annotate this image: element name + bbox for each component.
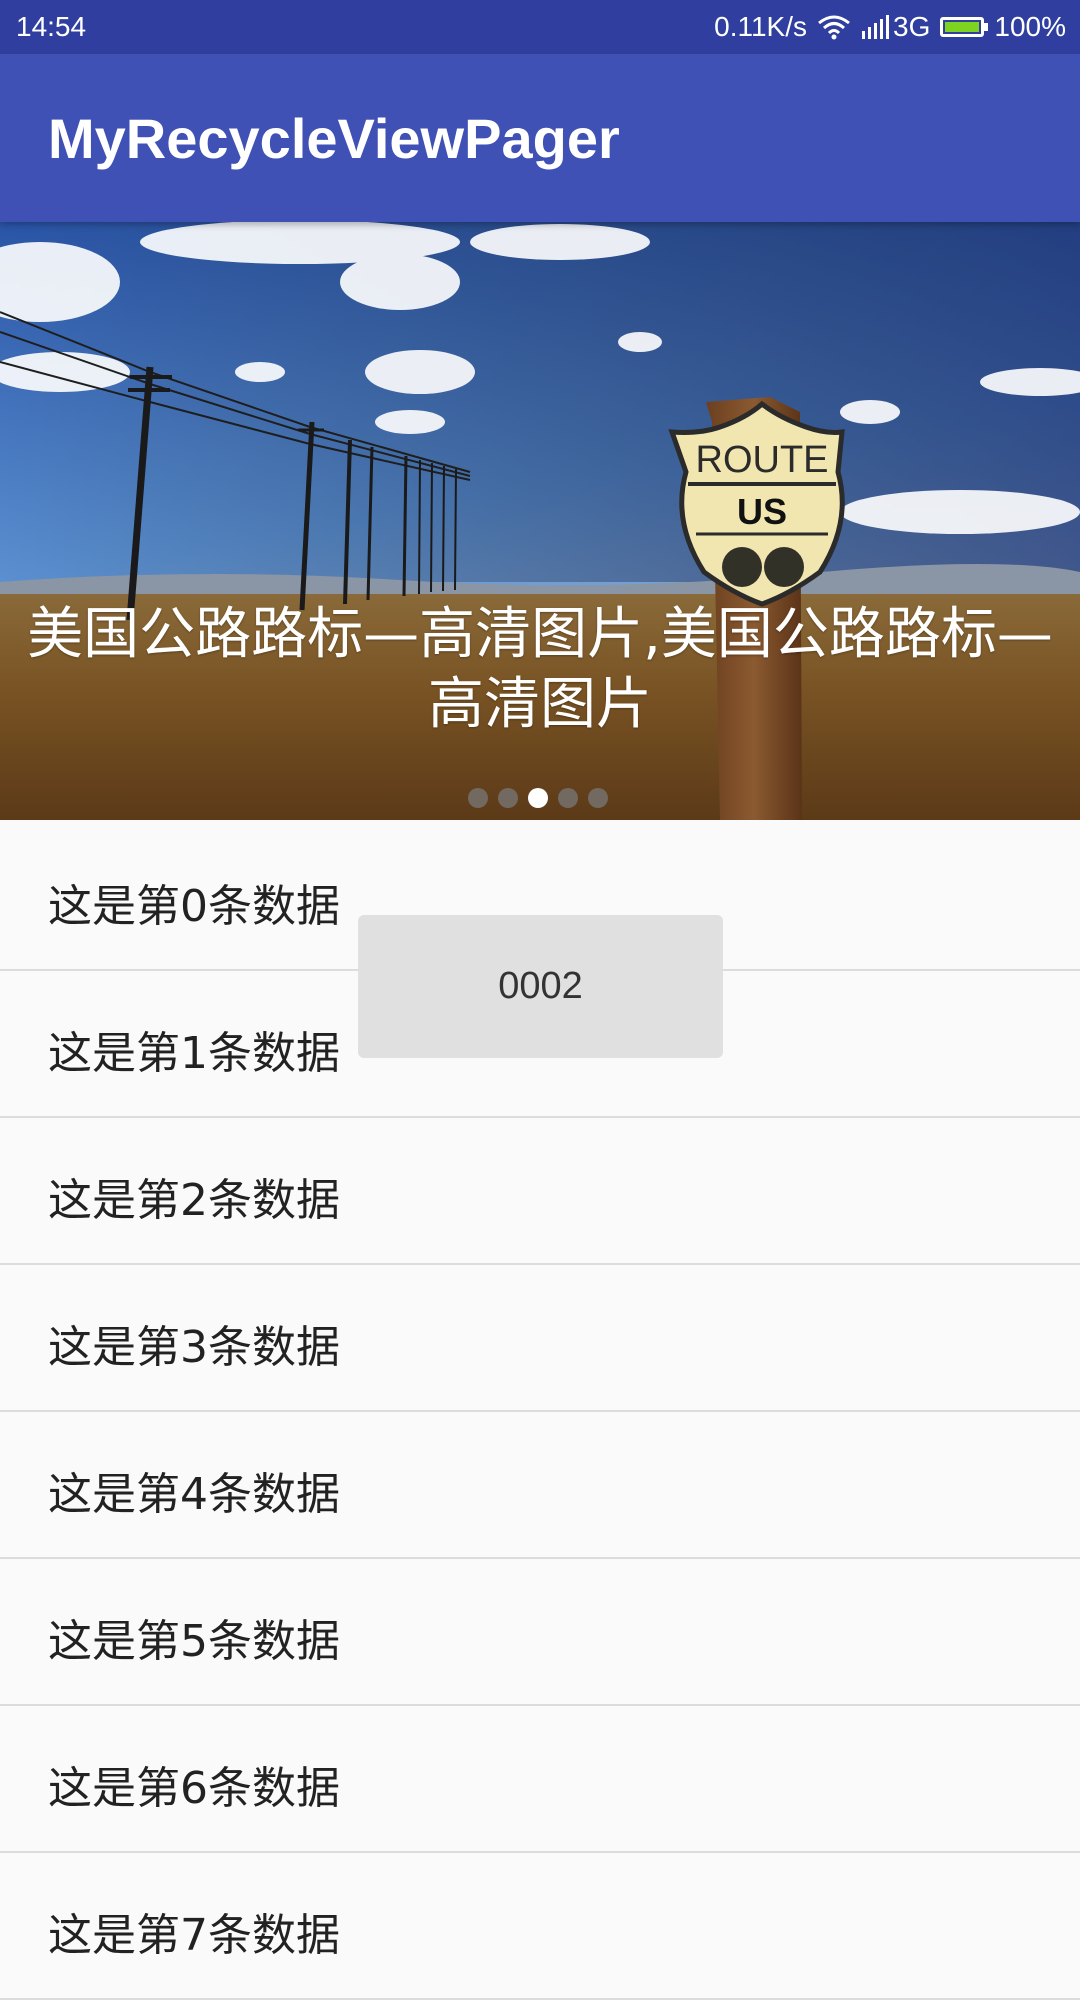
network-type: 3G: [893, 11, 931, 42]
battery-percent: 100%: [994, 11, 1066, 42]
network-speed: 0.11K/s: [714, 11, 808, 42]
signal-icon: [861, 15, 890, 39]
status-bar: 14:54 0.11K/s 3G 100%: [0, 0, 1080, 54]
battery-icon: [940, 17, 989, 37]
page-dot[interactable]: [558, 788, 578, 808]
sign-route-text: ROUTE: [696, 439, 829, 481]
list-item-label: 这是第7条数据: [48, 1910, 340, 1961]
page-indicator: [468, 788, 608, 808]
page-dot[interactable]: [468, 788, 488, 808]
list-item-label: 这是第3条数据: [48, 1322, 340, 1373]
list-item[interactable]: 这是第4条数据: [0, 1412, 1080, 1559]
list-item[interactable]: 这是第6条数据: [0, 1706, 1080, 1853]
app-bar: MyRecycleViewPager: [0, 54, 1080, 222]
banner-viewpager[interactable]: ROUTE US 美国公路路标—高清图片,美国公路路标—高清图片: [0, 222, 1080, 820]
status-icons: 0.11K/s 3G 100%: [714, 9, 1066, 45]
sign-us-text: US: [737, 491, 787, 532]
toast-text: 0002: [498, 965, 583, 1007]
page-dot-active[interactable]: [528, 788, 548, 808]
banner-caption: 美国公路路标—高清图片,美国公路路标—高清图片: [27, 602, 1053, 737]
toast-message: 0002: [358, 915, 723, 1058]
app-title: MyRecycleViewPager: [48, 107, 620, 170]
list-item[interactable]: 这是第7条数据: [0, 1853, 1080, 2000]
list-item-label: 这是第5条数据: [48, 1616, 340, 1667]
list-item[interactable]: 这是第2条数据: [0, 1118, 1080, 1265]
list-item[interactable]: 这是第3条数据: [0, 1265, 1080, 1412]
list-item-label: 这是第0条数据: [48, 881, 340, 932]
list-item-label: 这是第1条数据: [48, 1028, 340, 1079]
page-dot[interactable]: [498, 788, 518, 808]
wifi-icon: [817, 14, 851, 40]
list-item-label: 这是第2条数据: [48, 1175, 340, 1226]
page-dot[interactable]: [588, 788, 608, 808]
list-item-label: 这是第4条数据: [48, 1469, 340, 1520]
status-time: 14:54: [16, 11, 87, 42]
list-item[interactable]: 这是第5条数据: [0, 1559, 1080, 1706]
list-item-label: 这是第6条数据: [48, 1763, 340, 1814]
